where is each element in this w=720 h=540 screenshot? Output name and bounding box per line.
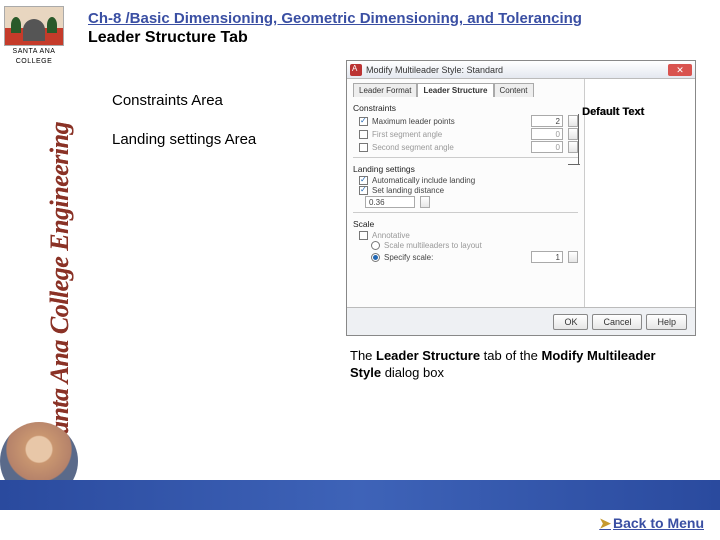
close-icon[interactable]: ✕ xyxy=(668,64,692,76)
spinner-icon[interactable] xyxy=(568,141,578,153)
section-landing: Landing settings xyxy=(353,164,578,174)
ok-button[interactable]: OK xyxy=(553,314,588,330)
spinner-icon[interactable] xyxy=(420,196,430,208)
preview-default-text: Default Text xyxy=(582,106,644,118)
radio-specify-scale[interactable] xyxy=(371,253,380,262)
help-button[interactable]: Help xyxy=(646,314,687,330)
spinner-icon[interactable] xyxy=(568,251,578,263)
label-specify-scale: Specify scale: xyxy=(384,253,433,262)
logo-text-2: COLLEGE xyxy=(4,58,64,66)
checkbox-set-landing[interactable] xyxy=(359,186,368,195)
input-first-segment[interactable]: 0 xyxy=(531,128,563,140)
college-logo: SANTA ANA COLLEGE xyxy=(4,6,64,66)
dialog-titlebar: Modify Multileader Style: Standard ✕ xyxy=(347,61,695,79)
chapter-heading: Ch-8 /Basic Dimensioning, Geometric Dime… xyxy=(88,10,710,27)
label-second-segment: Second segment angle xyxy=(372,143,454,152)
input-specify-scale[interactable]: 1 xyxy=(531,251,563,263)
label-annotative: Annotative xyxy=(372,231,410,240)
chevron-right-icon: ➤ xyxy=(599,515,611,531)
dialog-left-pane: Leader Format Leader Structure Content C… xyxy=(347,79,585,307)
label-set-landing: Set landing distance xyxy=(372,186,444,195)
preview-leader-line xyxy=(578,114,580,164)
dialog-tabs: Leader Format Leader Structure Content xyxy=(353,83,578,97)
preview-leader-line xyxy=(568,164,580,165)
input-second-segment[interactable]: 0 xyxy=(531,141,563,153)
tab-leader-format[interactable]: Leader Format xyxy=(353,83,417,97)
input-landing-distance[interactable]: 0.36 xyxy=(365,196,415,208)
section-constraints: Constraints xyxy=(353,103,578,113)
checkbox-first-segment[interactable] xyxy=(359,130,368,139)
figure-caption: The Leader Structure tab of the Modify M… xyxy=(350,348,680,382)
checkbox-max-points[interactable] xyxy=(359,117,368,126)
label-scale-layout: Scale multileaders to layout xyxy=(384,241,482,250)
cancel-button[interactable]: Cancel xyxy=(592,314,642,330)
checkbox-second-segment[interactable] xyxy=(359,143,368,152)
footer-bar xyxy=(0,480,720,510)
label-max-points: Maximum leader points xyxy=(372,117,455,126)
logo-text-1: SANTA ANA xyxy=(4,48,64,56)
dialog-title: Modify Multileader Style: Standard xyxy=(366,65,668,75)
spinner-icon[interactable] xyxy=(568,115,578,127)
dialog-footer: OK Cancel Help xyxy=(347,307,695,335)
left-rail: SANTA ANA COLLEGE Santa Ana College Engi… xyxy=(0,0,78,540)
tab-leader-structure[interactable]: Leader Structure xyxy=(417,83,493,97)
label-auto-landing: Automatically include landing xyxy=(372,176,475,185)
checkbox-annotative[interactable] xyxy=(359,231,368,240)
vertical-title: Santa Ana College Engineering xyxy=(45,115,75,455)
back-to-menu-link[interactable]: ➤Back to Menu xyxy=(599,515,704,532)
label-first-segment: First segment angle xyxy=(372,130,442,139)
section-scale: Scale xyxy=(353,219,578,229)
radio-scale-layout[interactable] xyxy=(371,241,380,250)
tab-content[interactable]: Content xyxy=(494,83,534,97)
input-max-points[interactable]: 2 xyxy=(531,115,563,127)
spinner-icon[interactable] xyxy=(568,128,578,140)
checkbox-auto-landing[interactable] xyxy=(359,176,368,185)
modify-multileader-dialog: Modify Multileader Style: Standard ✕ Lea… xyxy=(346,60,696,336)
page-subtitle: Leader Structure Tab xyxy=(88,29,710,47)
app-icon xyxy=(350,64,362,76)
